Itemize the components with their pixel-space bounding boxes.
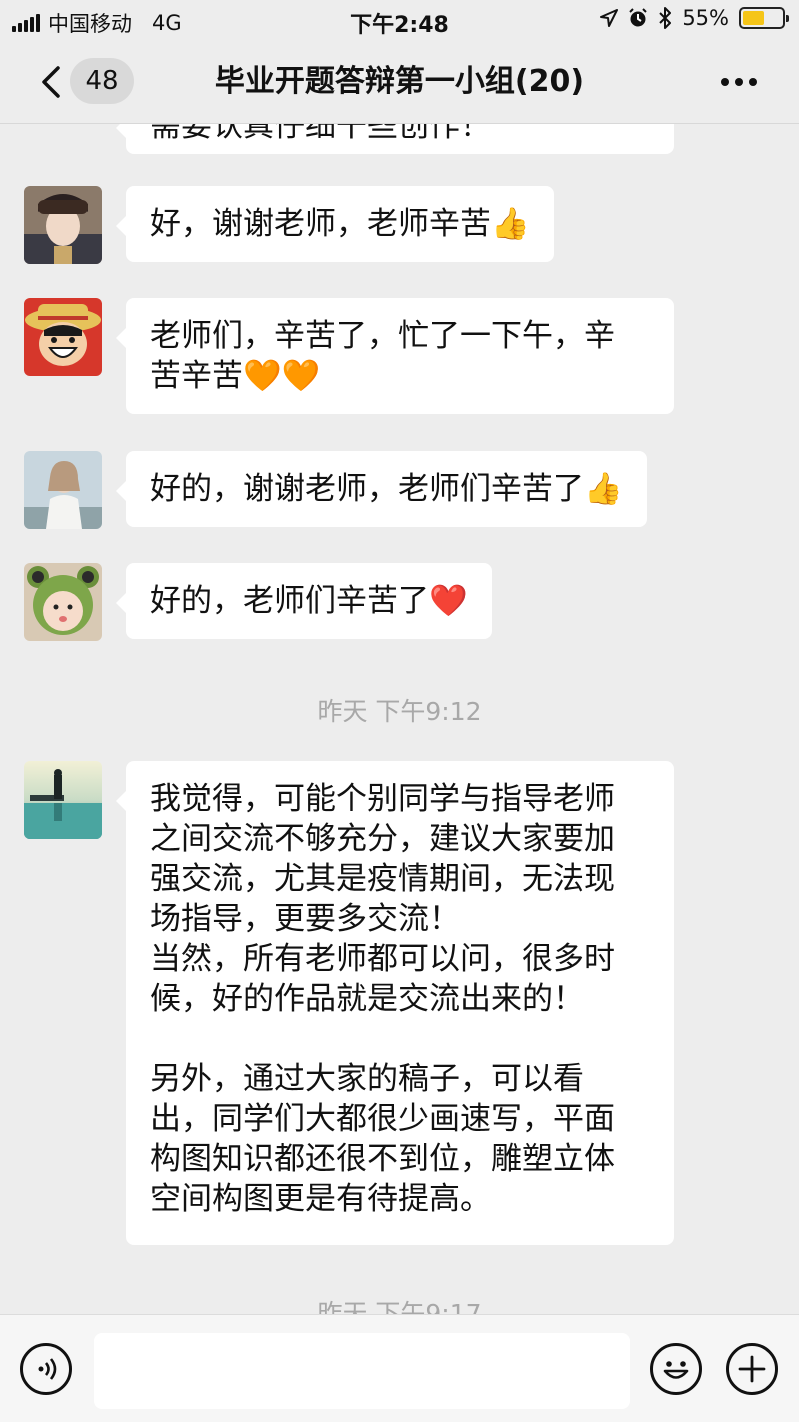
voice-button[interactable] (20, 1343, 72, 1395)
message-bubble[interactable]: 好的，老师们辛苦了❤️ (116, 563, 492, 639)
avatar[interactable] (24, 451, 102, 529)
chat-title: 毕业开题答辩第一小组(20) (214, 64, 585, 99)
back-chevron-icon[interactable] (34, 62, 74, 102)
message-bubble[interactable]: 好的，谢谢老师，老师们辛苦了👍 (116, 451, 647, 527)
message-bubble[interactable]: 好，谢谢老师，老师辛苦👍 (116, 186, 554, 262)
input-bar (0, 1314, 799, 1422)
add-button[interactable] (726, 1343, 778, 1395)
add-icon (738, 1355, 766, 1383)
message-text-line: 场指导，更要多交流！ (150, 901, 460, 937)
more-icon[interactable] (721, 78, 757, 86)
message-text-line: 候，好的作品就是交流出来的！ (150, 981, 584, 1017)
message-text-line: 老师们，辛苦了，忙了一下午，辛 (150, 318, 615, 354)
message-text-line: 强交流，尤其是疫情期间，无法现 (150, 861, 615, 897)
emoji-button[interactable] (650, 1343, 702, 1395)
avatar[interactable] (24, 761, 102, 839)
time-separator: 昨天 下午9:12 (317, 697, 482, 726)
message-text-line: 好，谢谢老师，老师辛苦👍 (150, 206, 530, 242)
message-text-line (150, 1019, 650, 1059)
message-list[interactable]: 需要认真仔细干些创作！ 好，谢谢老师，老师辛苦👍 老师们，辛苦了，忙了一下午，辛… (0, 0, 799, 1314)
message-text-line: 好的，老师们辛苦了❤️ (150, 583, 468, 619)
avatar[interactable] (24, 186, 102, 264)
message-text-line: 当然，所有老师都可以问，很多时 (150, 941, 615, 977)
message-text-line: 空间构图更是有待提高。 (150, 1181, 491, 1217)
message-text-line: 构图知识都还很不到位，雕塑立体 (150, 1141, 615, 1177)
message-bubble[interactable]: 我觉得，可能个别同学与指导老师 之间交流不够充分，建议大家要加 强交流，尤其是疫… (116, 761, 674, 1245)
unread-count-badge[interactable]: 48 (70, 58, 134, 104)
message-text-line: 我觉得，可能个别同学与指导老师 (150, 781, 615, 817)
avatar[interactable] (24, 298, 102, 376)
message-bubble[interactable]: 老师们，辛苦了，忙了一下午，辛 苦辛苦🧡🧡 (116, 298, 674, 414)
message-text-line: 出，同学们大都很少画速写，平面 (150, 1101, 615, 1137)
avatar[interactable] (24, 563, 102, 641)
message-input[interactable] (94, 1333, 630, 1409)
message-text-line: 之间交流不够充分，建议大家要加 (150, 821, 615, 857)
nav-bar: 48 毕业开题答辩第一小组(20) (0, 40, 799, 124)
message-text-line: 另外，通过大家的稿子，可以看 (150, 1061, 584, 1097)
time-separator: 昨天 下午9:17 (317, 1299, 482, 1314)
message-text-line: 好的，谢谢老师，老师们辛苦了👍 (150, 471, 623, 507)
voice-icon (38, 1358, 57, 1380)
emoji-icon (663, 1361, 689, 1379)
message-text-line: 苦辛苦🧡🧡 (150, 358, 321, 394)
